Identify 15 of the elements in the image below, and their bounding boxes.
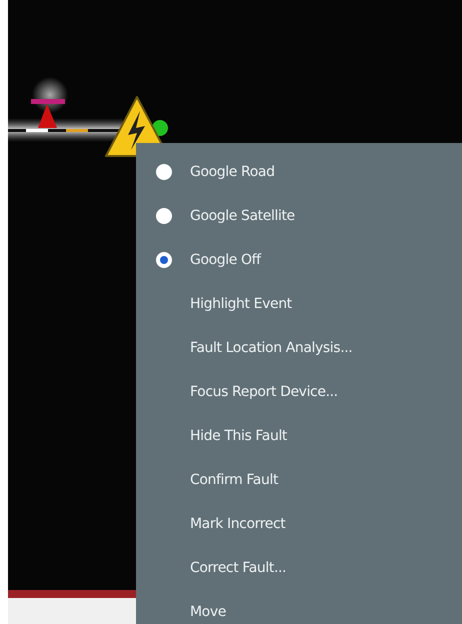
radio-button[interactable] bbox=[156, 164, 172, 180]
menu-item[interactable]: Hide This Fault bbox=[136, 414, 462, 458]
radio-button[interactable] bbox=[156, 252, 172, 268]
menu-item[interactable]: Google Satellite bbox=[136, 194, 462, 238]
menu-item[interactable]: Move bbox=[136, 590, 462, 624]
device-marker-icon bbox=[31, 77, 68, 128]
menu-item[interactable]: Mark Incorrect bbox=[136, 502, 462, 546]
radio-button[interactable] bbox=[156, 208, 172, 224]
menu-item[interactable]: Confirm Fault bbox=[136, 458, 462, 502]
menu-item[interactable]: Correct Fault... bbox=[136, 546, 462, 590]
menu-item[interactable]: Focus Report Device... bbox=[136, 370, 462, 414]
menu-item[interactable]: Highlight Event bbox=[136, 282, 462, 326]
menu-item[interactable]: Fault Location Analysis... bbox=[136, 326, 462, 370]
menu-item[interactable]: Google Road bbox=[136, 150, 462, 194]
menu-item[interactable]: Google Off bbox=[136, 238, 462, 282]
